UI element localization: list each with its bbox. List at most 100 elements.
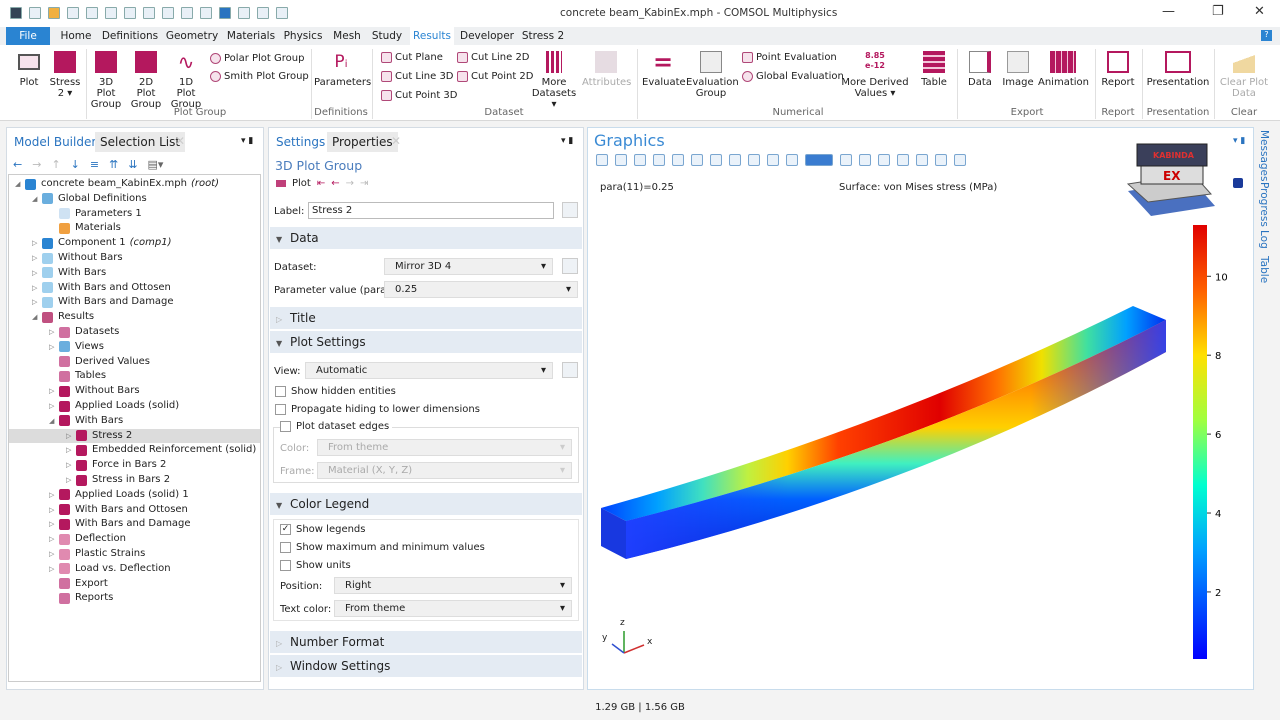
parameter-select[interactable]: 0.25 [384,281,578,298]
tree-item[interactable]: Tables [9,369,260,383]
tree-item[interactable]: ▷ Stress 2 [9,428,260,443]
tree-item[interactable]: ▷ Force in Bars 2 [9,458,260,472]
minimize-button[interactable]: — [1162,4,1175,19]
close-icon[interactable]: ✕ [391,134,401,148]
parameters-button[interactable]: Pᵢ Parameters [314,51,371,88]
show-max-min-checkbox[interactable]: Show maximum and minimum values [280,542,485,553]
duplicate-icon[interactable] [200,7,212,19]
last-icon[interactable]: ⇥ [360,178,368,189]
delete-icon[interactable] [219,7,231,19]
more-datasets-button[interactable]: More Datasets ▾ [530,51,578,110]
section-title[interactable]: ▷ Title [270,307,582,329]
go-to-source-icon[interactable] [562,258,578,274]
expand-toggle-icon[interactable]: ▷ [66,458,76,472]
tree-item[interactable]: ◢ concrete beam_KabinEx.mph (root) [9,177,260,191]
report-button[interactable]: Report [1098,51,1138,88]
tree-item[interactable]: ▷ Datasets [9,325,260,339]
tab-mesh[interactable]: Mesh [330,27,364,45]
tree-item[interactable]: ▷ With Bars [9,266,260,280]
tree-item[interactable]: ▷ Component 1 (comp1) [9,236,260,250]
tree-item[interactable]: ▷ With Bars and Damage [9,295,260,309]
tab-physics[interactable]: Physics [282,27,324,45]
tab-developer[interactable]: Developer [460,27,514,45]
tree-item[interactable]: Materials [9,221,260,235]
select-icon[interactable] [238,7,250,19]
plot-dataset-edges-checkbox[interactable]: Plot dataset edges [280,421,393,432]
position-select[interactable]: Right [334,577,572,594]
image-export-button[interactable]: Image [1000,51,1036,88]
expand-toggle-icon[interactable]: ▷ [32,251,42,265]
tree-item[interactable]: ▷ Applied Loads (solid) 1 [9,488,260,502]
tree-item[interactable]: ▷ Without Bars [9,384,260,398]
tab-file[interactable]: File [6,27,50,45]
expand-toggle-icon[interactable]: ▷ [49,532,59,546]
help-icon[interactable]: ? [1261,30,1272,41]
cut-line-3d-button[interactable]: Cut Line 3D [381,71,454,82]
expand-toggle-icon[interactable]: ◢ [15,177,25,191]
tab-model-builder[interactable]: Model Builder [9,132,102,152]
show-hidden-checkbox[interactable]: Show hidden entities [275,386,396,397]
label-input[interactable] [308,202,554,219]
forward-icon[interactable]: → [32,158,41,171]
tree-item[interactable]: Reports [9,591,260,605]
tree-item[interactable]: ▷ Stress in Bars 2 [9,473,260,487]
tree-item[interactable]: ▷ Embedded Reinforcement (solid) [9,443,260,457]
tab-stress-2[interactable]: Stress 2 [520,27,566,45]
redo-icon[interactable] [143,7,155,19]
tree-item[interactable]: ▷ Views [9,340,260,354]
tree-item[interactable]: ▷ Plastic Strains [9,547,260,561]
expand-toggle-icon[interactable]: ▷ [49,517,59,531]
plot-button[interactable]: Plot [14,51,44,88]
stress-2-button[interactable]: Stress 2 ▾ [48,51,82,99]
close-button[interactable]: ✕ [1254,4,1265,19]
3d-plot-group-button[interactable]: 3D Plot Group [88,51,124,110]
show-units-checkbox[interactable]: Show units [280,560,351,571]
cut-line-2d-button[interactable]: Cut Line 2D [457,52,530,63]
tab-selection-list[interactable]: Selection List [95,132,186,152]
move-down-icon[interactable]: ↓ [71,158,80,171]
section-window-settings[interactable]: ▷ Window Settings [270,655,582,677]
expand-toggle-icon[interactable]: ▷ [66,473,76,487]
expand-toggle-icon[interactable]: ▷ [32,295,42,309]
expand-toggle-icon[interactable]: ◢ [49,414,59,428]
tree-item[interactable]: ◢ Global Definitions [9,192,260,206]
expand-toggle-icon[interactable]: ▷ [49,340,59,354]
point-evaluation-button[interactable]: Point Evaluation [742,52,837,63]
clear-selection-icon[interactable] [257,7,269,19]
expand-toggle-icon[interactable]: ▷ [66,429,76,443]
expand-toggle-icon[interactable]: ▷ [49,384,59,398]
view-select[interactable]: Automatic [305,362,553,379]
tab-materials[interactable]: Materials [225,27,277,45]
panel-menu-icon[interactable]: ▾ ▮ [561,136,573,146]
go-to-source-icon[interactable] [562,362,578,378]
save-as-icon[interactable] [86,7,98,19]
dataset-select[interactable]: Mirror 3D 4 [384,258,553,275]
expand-toggle-icon[interactable]: ▷ [49,503,59,517]
evaluation-group-button[interactable]: Evaluation Group [686,51,739,99]
move-up-icon[interactable]: ↑ [51,158,60,171]
tab-results[interactable]: Results [410,27,454,45]
tree-item[interactable]: ▷ With Bars and Damage [9,517,260,531]
section-data[interactable]: ▼ Data [270,227,582,249]
run-icon[interactable] [105,7,117,19]
tree-item[interactable]: ▷ With Bars and Ottosen [9,503,260,517]
show-icon[interactable]: ≡ [90,158,99,171]
side-tab-log[interactable]: Log [1258,230,1270,249]
side-tab-messages[interactable]: Messages [1258,130,1270,182]
propagate-hiding-checkbox[interactable]: Propagate hiding to lower dimensions [275,404,480,415]
expand-toggle-icon[interactable]: ▷ [49,399,59,413]
section-number-format[interactable]: ▷ Number Format [270,631,582,653]
close-icon[interactable]: ✕ [175,134,185,148]
smith-plot-group-button[interactable]: Smith Plot Group [210,71,309,82]
presentation-button[interactable]: Presentation [1146,51,1210,88]
tree-item[interactable]: Parameters 1 [9,207,260,221]
plot-button[interactable]: Plot [292,178,311,189]
more-derived-values-button[interactable]: 8.85 e-12 More Derived Values ▾ [836,51,914,99]
2d-plot-group-button[interactable]: 2D Plot Group [128,51,164,110]
expand-toggle-icon[interactable]: ▷ [32,266,42,280]
expand-toggle-icon[interactable]: ◢ [32,192,42,206]
tab-properties[interactable]: Properties [327,132,398,152]
cut-point-3d-button[interactable]: Cut Point 3D [381,90,458,101]
expand-toggle-icon[interactable]: ▷ [66,443,76,457]
collapse-icon[interactable]: ⇈ [109,158,118,171]
